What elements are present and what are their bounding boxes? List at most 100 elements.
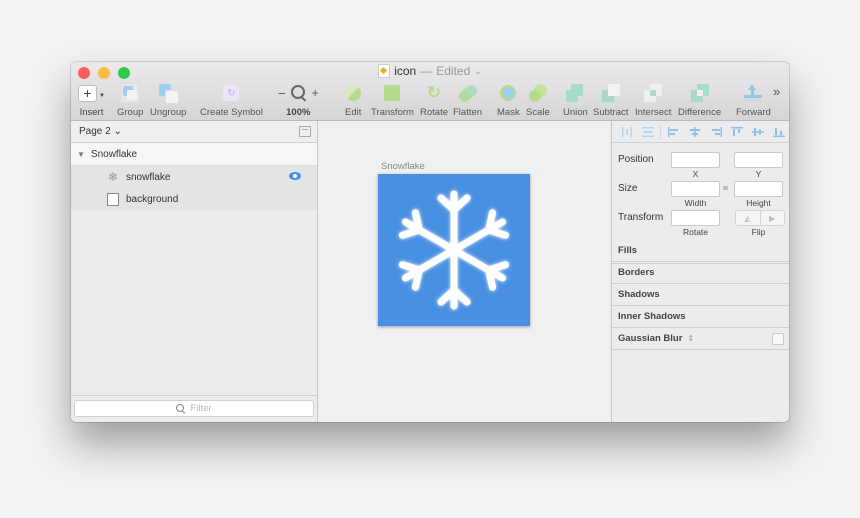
insert-button[interactable]: + ▼ Insert bbox=[78, 82, 105, 118]
mask-button[interactable]: Mask bbox=[497, 82, 520, 118]
width-field[interactable] bbox=[671, 181, 720, 197]
transform-label: Transform bbox=[618, 212, 664, 223]
flip-label: Flip bbox=[751, 227, 766, 237]
ungroup-button[interactable]: Ungroup bbox=[150, 82, 186, 118]
page-selector[interactable]: Page 2 ⌄ bbox=[71, 121, 317, 143]
distribute-horizontal-icon[interactable] bbox=[616, 125, 637, 139]
flip-vertical-button[interactable]: ▶ bbox=[761, 211, 785, 225]
window-title[interactable]: icon — Edited ⌄ bbox=[71, 64, 789, 78]
y-position-field[interactable] bbox=[734, 152, 783, 168]
disclosure-triangle-icon[interactable]: ▼ bbox=[77, 150, 85, 159]
layer-row[interactable]: background bbox=[71, 188, 317, 210]
group-icon bbox=[120, 82, 141, 104]
layer-name: snowflake bbox=[126, 171, 171, 183]
gaussian-blur-section[interactable]: Gaussian Blur ⇕ bbox=[612, 328, 789, 350]
align-right-icon[interactable] bbox=[705, 125, 726, 139]
align-bottom-icon[interactable] bbox=[769, 125, 789, 139]
title-bar: icon — Edited ⌄ + ▼ Insert Group Ungroup… bbox=[71, 62, 789, 121]
size-label: Size bbox=[618, 183, 638, 194]
position-label: Position bbox=[618, 154, 654, 165]
scale-button[interactable]: Scale bbox=[526, 82, 550, 118]
canvas[interactable]: Snowflake bbox=[318, 121, 610, 422]
lock-icon[interactable] bbox=[723, 186, 728, 190]
intersect-button[interactable]: Intersect bbox=[635, 82, 671, 118]
transform-button[interactable]: Transform bbox=[371, 82, 414, 118]
create-symbol-button[interactable]: ↻ Create Symbol bbox=[200, 82, 263, 118]
layers-panel: Page 2 ⌄ ▼ Snowflake ❄ snowflake backgro… bbox=[71, 121, 318, 422]
layer-group-name: Snowflake bbox=[90, 148, 138, 160]
snowflake-graphic[interactable] bbox=[378, 174, 530, 326]
shadows-label: Shadows bbox=[618, 289, 660, 300]
borders-section[interactable]: Borders bbox=[612, 262, 789, 284]
zoom-out-button[interactable]: − bbox=[278, 86, 286, 101]
rotate-field[interactable] bbox=[671, 210, 720, 226]
layer-group-snowflake[interactable]: ▼ Snowflake bbox=[71, 143, 317, 166]
page-selector-label: Page 2 ⌄ bbox=[79, 126, 122, 137]
shadows-section[interactable]: Shadows bbox=[612, 284, 789, 306]
sketch-document-icon bbox=[378, 64, 391, 78]
fills-section[interactable]: Fills bbox=[612, 240, 789, 262]
edit-button[interactable]: Edit bbox=[345, 82, 361, 118]
fills-label: Fills bbox=[618, 245, 638, 256]
title-separator: — bbox=[420, 64, 433, 78]
rotate-icon: ↻ bbox=[426, 83, 442, 102]
y-label: Y bbox=[755, 169, 762, 179]
magnifier-icon bbox=[290, 85, 307, 102]
flatten-icon bbox=[456, 82, 479, 104]
document-name: icon bbox=[394, 64, 417, 78]
bring-forward-icon bbox=[744, 82, 763, 104]
filter-input[interactable]: Filter bbox=[74, 400, 314, 417]
align-middle-vertical-icon[interactable] bbox=[748, 125, 769, 139]
distribute-vertical-icon[interactable] bbox=[637, 125, 658, 139]
search-icon bbox=[176, 403, 186, 414]
mask-icon bbox=[500, 82, 517, 104]
borders-label: Borders bbox=[618, 267, 655, 278]
gaussian-blur-label: Gaussian Blur bbox=[618, 333, 683, 344]
flip-control: ◭ ▶ bbox=[735, 210, 785, 226]
snowflake-icon: ❄ bbox=[107, 170, 119, 184]
alignment-toolbar bbox=[612, 121, 789, 143]
gaussian-blur-checkbox[interactable] bbox=[772, 333, 784, 345]
toggle-pages-icon[interactable] bbox=[299, 126, 311, 137]
union-icon bbox=[566, 82, 584, 104]
zoom-control: − + 100% bbox=[278, 82, 319, 118]
chevrons-right-icon: » bbox=[773, 84, 781, 99]
union-button[interactable]: Union bbox=[563, 82, 588, 118]
toolbar: + ▼ Insert Group Ungroup ↻ Create Symbol… bbox=[71, 80, 789, 120]
eye-icon[interactable] bbox=[289, 172, 301, 180]
artboard-label[interactable]: Snowflake bbox=[381, 161, 425, 172]
inner-shadows-label: Inner Shadows bbox=[618, 311, 686, 322]
height-label: Height bbox=[746, 198, 771, 208]
inspector-panel: Position X Y Size Width Height Transform… bbox=[611, 121, 789, 422]
zoom-level: 100% bbox=[286, 107, 311, 118]
align-top-icon[interactable] bbox=[727, 125, 748, 139]
rotate-label: Rotate bbox=[682, 227, 709, 237]
height-field[interactable] bbox=[734, 181, 783, 197]
inner-shadows-section[interactable]: Inner Shadows bbox=[612, 306, 789, 328]
flatten-button[interactable]: Flatten bbox=[453, 82, 482, 118]
x-position-field[interactable] bbox=[671, 152, 720, 168]
toolbar-overflow-button[interactable]: » bbox=[773, 84, 780, 99]
blur-type-stepper-icon[interactable]: ⇕ bbox=[687, 334, 694, 343]
subtract-icon bbox=[601, 82, 620, 104]
align-center-horizontal-icon[interactable] bbox=[684, 125, 705, 139]
subtract-button[interactable]: Subtract bbox=[593, 82, 628, 118]
transform-icon bbox=[384, 82, 401, 104]
flip-horizontal-button[interactable]: ◭ bbox=[736, 211, 761, 225]
app-window: icon — Edited ⌄ + ▼ Insert Group Ungroup… bbox=[71, 62, 789, 422]
forward-button[interactable]: Forward bbox=[736, 82, 771, 118]
artboard-snowflake[interactable] bbox=[378, 174, 530, 326]
difference-icon bbox=[690, 82, 709, 104]
group-button[interactable]: Group bbox=[117, 82, 143, 118]
zoom-in-button[interactable]: + bbox=[312, 86, 319, 100]
ungroup-icon bbox=[159, 82, 180, 104]
align-left-icon[interactable] bbox=[663, 125, 684, 139]
chevron-down-icon: ⌄ bbox=[474, 65, 482, 76]
layer-row[interactable]: ❄ snowflake bbox=[71, 166, 317, 188]
plus-icon: + ▼ bbox=[78, 82, 105, 104]
layer-name: background bbox=[126, 193, 179, 205]
x-label: X bbox=[692, 169, 699, 179]
edit-icon bbox=[345, 82, 362, 104]
difference-button[interactable]: Difference bbox=[678, 82, 721, 118]
rotate-button[interactable]: ↻ Rotate bbox=[420, 82, 448, 118]
